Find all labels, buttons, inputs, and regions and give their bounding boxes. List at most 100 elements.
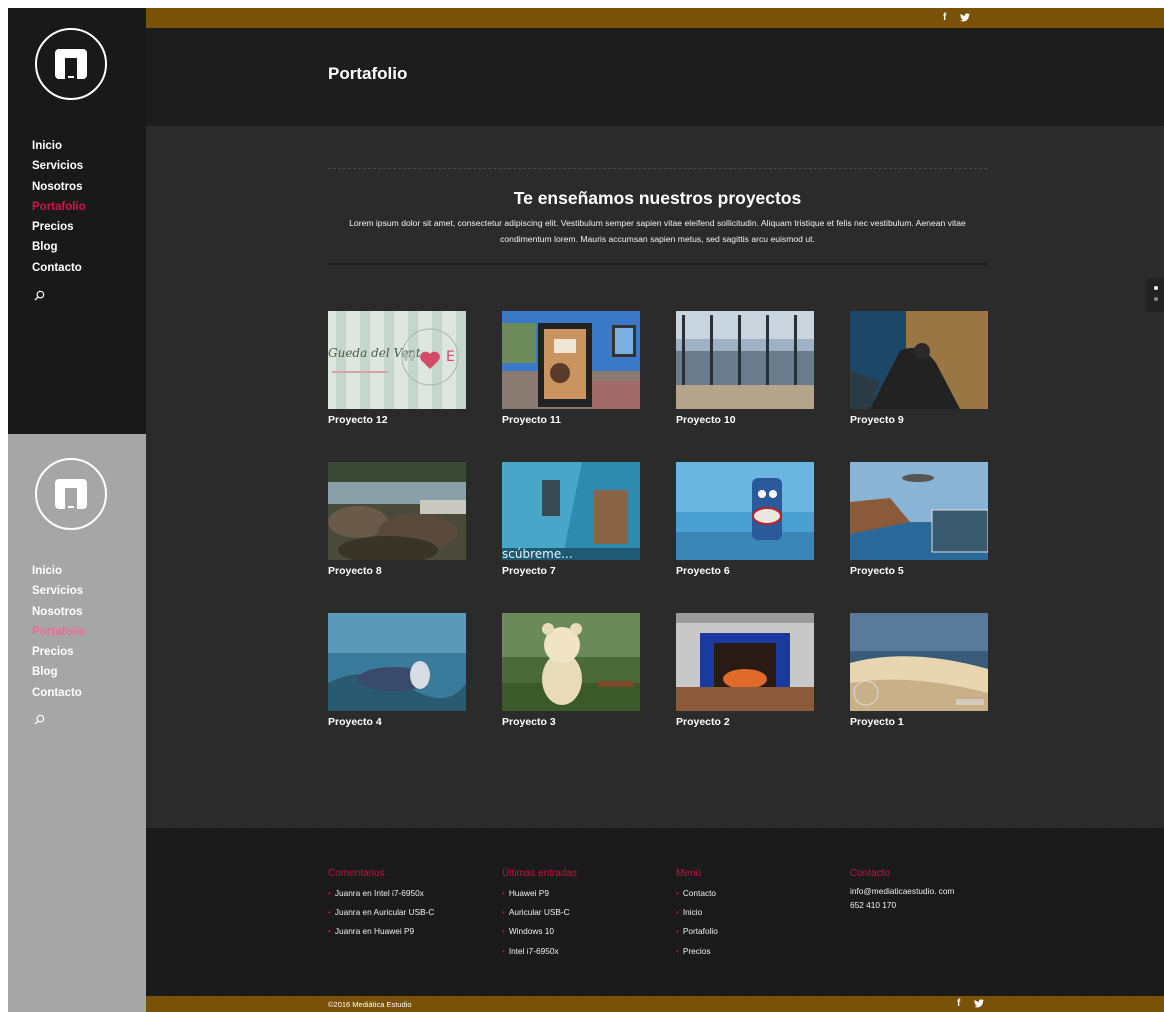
- search-icon[interactable]: [34, 714, 45, 725]
- slide-dot-active[interactable]: [1154, 286, 1158, 290]
- project-thumbnail[interactable]: [676, 462, 814, 560]
- logo-glyph-icon: [55, 49, 87, 79]
- project-thumbnail[interactable]: scúbreme...: [502, 462, 640, 560]
- footer-link[interactable]: • Precios: [676, 942, 718, 961]
- project-title[interactable]: Proyecto 1: [850, 716, 988, 728]
- project-thumbnail[interactable]: Gueda del Vent W E: [328, 311, 466, 409]
- project-thumbnail[interactable]: [676, 311, 814, 409]
- page-header: Portafolio: [146, 28, 1164, 126]
- project-card[interactable]: scúbreme... Proyecto 7: [502, 462, 640, 577]
- nav-item-blog[interactable]: Blog: [32, 237, 86, 257]
- site-logo[interactable]: [35, 458, 107, 530]
- slide-dots[interactable]: [1146, 278, 1164, 312]
- footer-contact: Contacto info@mediaticaestudio. com 652 …: [850, 868, 954, 912]
- nav-item-servicios[interactable]: Servicios: [32, 156, 86, 176]
- bottom-bar: ©2016 Mediática Estudio f: [146, 996, 1164, 1012]
- footer: Comentarios • Juanra en Intel i7-6950x • J…: [146, 828, 1164, 996]
- social-links: f: [957, 998, 985, 1009]
- project-card[interactable]: Proyecto 5: [850, 462, 988, 577]
- project-card[interactable]: Proyecto 11: [502, 311, 640, 426]
- site-logo[interactable]: [35, 28, 107, 100]
- footer-link[interactable]: • Juanra en Huawei P9: [328, 922, 434, 941]
- footer-latest-posts: Últimas entradas • Huawei P9 • Auricular U…: [502, 868, 577, 961]
- nav-item-nosotros[interactable]: Nosotros: [32, 177, 86, 197]
- project-title[interactable]: Proyecto 8: [328, 565, 466, 577]
- footer-link[interactable]: • Juanra en Auricular USB-C: [328, 903, 434, 922]
- project-title[interactable]: Proyecto 5: [850, 565, 988, 577]
- nav-item-nosotros[interactable]: Nosotros: [32, 602, 86, 622]
- project-title[interactable]: Proyecto 9: [850, 414, 988, 426]
- nav-item-blog[interactable]: Blog: [32, 662, 86, 682]
- project-card[interactable]: Proyecto 6: [676, 462, 814, 577]
- footer-heading: Contacto: [850, 868, 891, 879]
- project-thumbnail[interactable]: [328, 462, 466, 560]
- portfolio-section: Te enseñamos nuestros proyectos Lorem ip…: [146, 126, 1164, 828]
- top-bar: f: [146, 8, 1164, 28]
- nav-item-portafolio[interactable]: Portafolio: [32, 197, 86, 217]
- project-title[interactable]: Proyecto 2: [676, 716, 814, 728]
- footer-link[interactable]: • Auricular USB-C: [502, 903, 577, 922]
- nav-item-inicio[interactable]: Inicio: [32, 136, 86, 156]
- social-links: f: [943, 12, 971, 23]
- nav-item-precios[interactable]: Precios: [32, 217, 86, 237]
- footer-heading: Comentarios: [328, 868, 385, 879]
- project-title[interactable]: Proyecto 3: [502, 716, 640, 728]
- main-nav-secondary: Inicio Servicios Nosotros Portafolio Pre…: [32, 561, 86, 703]
- footer-link[interactable]: • Windows 10: [502, 922, 577, 941]
- footer-menu: Menú • Contacto • Inicio • Portafolio • Prec…: [676, 868, 718, 961]
- nav-item-contacto[interactable]: Contacto: [32, 683, 86, 703]
- project-title[interactable]: Proyecto 10: [676, 414, 814, 426]
- project-title[interactable]: Proyecto 12: [328, 414, 466, 426]
- project-card[interactable]: Proyecto 8: [328, 462, 466, 577]
- nav-item-portafolio[interactable]: Portafolio: [32, 622, 86, 642]
- project-thumb-caption: scúbreme...: [502, 547, 573, 560]
- footer-link[interactable]: • Portafolio: [676, 922, 718, 941]
- project-title[interactable]: Proyecto 7: [502, 565, 640, 577]
- svg-text:W: W: [402, 349, 416, 365]
- nav-item-inicio[interactable]: Inicio: [32, 561, 86, 581]
- page-title: Portafolio: [328, 64, 408, 83]
- project-thumbnail[interactable]: [850, 462, 988, 560]
- footer-comments: Comentarios • Juanra en Intel i7-6950x • J…: [328, 868, 434, 942]
- project-title[interactable]: Proyecto 4: [328, 716, 466, 728]
- project-thumbnail[interactable]: [850, 613, 988, 711]
- section-description: Lorem ipsum dolor sit amet, consectetur …: [349, 218, 966, 244]
- project-thumbnail[interactable]: [850, 311, 988, 409]
- contact-phone: 652 410 170: [850, 900, 897, 910]
- project-thumbnail[interactable]: [328, 613, 466, 711]
- project-card[interactable]: Proyecto 3: [502, 613, 640, 728]
- slide-dot[interactable]: [1154, 297, 1158, 301]
- section-title: Te enseñamos nuestros proyectos: [513, 188, 802, 208]
- footer-heading: Menú: [676, 868, 702, 879]
- footer-link[interactable]: • Huawei P9: [502, 884, 577, 903]
- twitter-icon[interactable]: [960, 13, 971, 22]
- search-icon[interactable]: [34, 290, 45, 301]
- svg-text:E: E: [446, 349, 455, 365]
- project-thumbnail[interactable]: [676, 613, 814, 711]
- project-card[interactable]: Proyecto 10: [676, 311, 814, 426]
- facebook-icon[interactable]: f: [943, 12, 946, 23]
- project-card[interactable]: Gueda del Vent W E Proyecto 12: [328, 311, 466, 426]
- nav-item-precios[interactable]: Precios: [32, 642, 86, 662]
- contact-email[interactable]: info@mediaticaestudio. com: [850, 884, 954, 898]
- footer-link[interactable]: • Contacto: [676, 884, 718, 903]
- main-nav: Inicio Servicios Nosotros Portafolio Pre…: [32, 136, 86, 278]
- project-thumbnail[interactable]: [502, 613, 640, 711]
- project-title[interactable]: Proyecto 6: [676, 565, 814, 577]
- facebook-icon[interactable]: f: [957, 998, 960, 1009]
- project-card[interactable]: Proyecto 4: [328, 613, 466, 728]
- copyright: ©2016 Mediática Estudio: [328, 1000, 412, 1009]
- solid-divider: [328, 263, 987, 265]
- project-card[interactable]: Proyecto 2: [676, 613, 814, 728]
- nav-item-servicios[interactable]: Servicios: [32, 581, 86, 601]
- project-title[interactable]: Proyecto 11: [502, 414, 640, 426]
- project-card[interactable]: Proyecto 9: [850, 311, 988, 426]
- footer-link[interactable]: • Inicio: [676, 903, 718, 922]
- project-card[interactable]: Proyecto 1: [850, 613, 988, 728]
- sidebar-dark: Inicio Servicios Nosotros Portafolio Pre…: [8, 8, 146, 434]
- twitter-icon[interactable]: [974, 999, 985, 1008]
- project-thumbnail[interactable]: [502, 311, 640, 409]
- footer-link[interactable]: • Juanra en Intel i7-6950x: [328, 884, 434, 903]
- footer-link[interactable]: • Intel i7-6950x: [502, 942, 577, 961]
- nav-item-contacto[interactable]: Contacto: [32, 258, 86, 278]
